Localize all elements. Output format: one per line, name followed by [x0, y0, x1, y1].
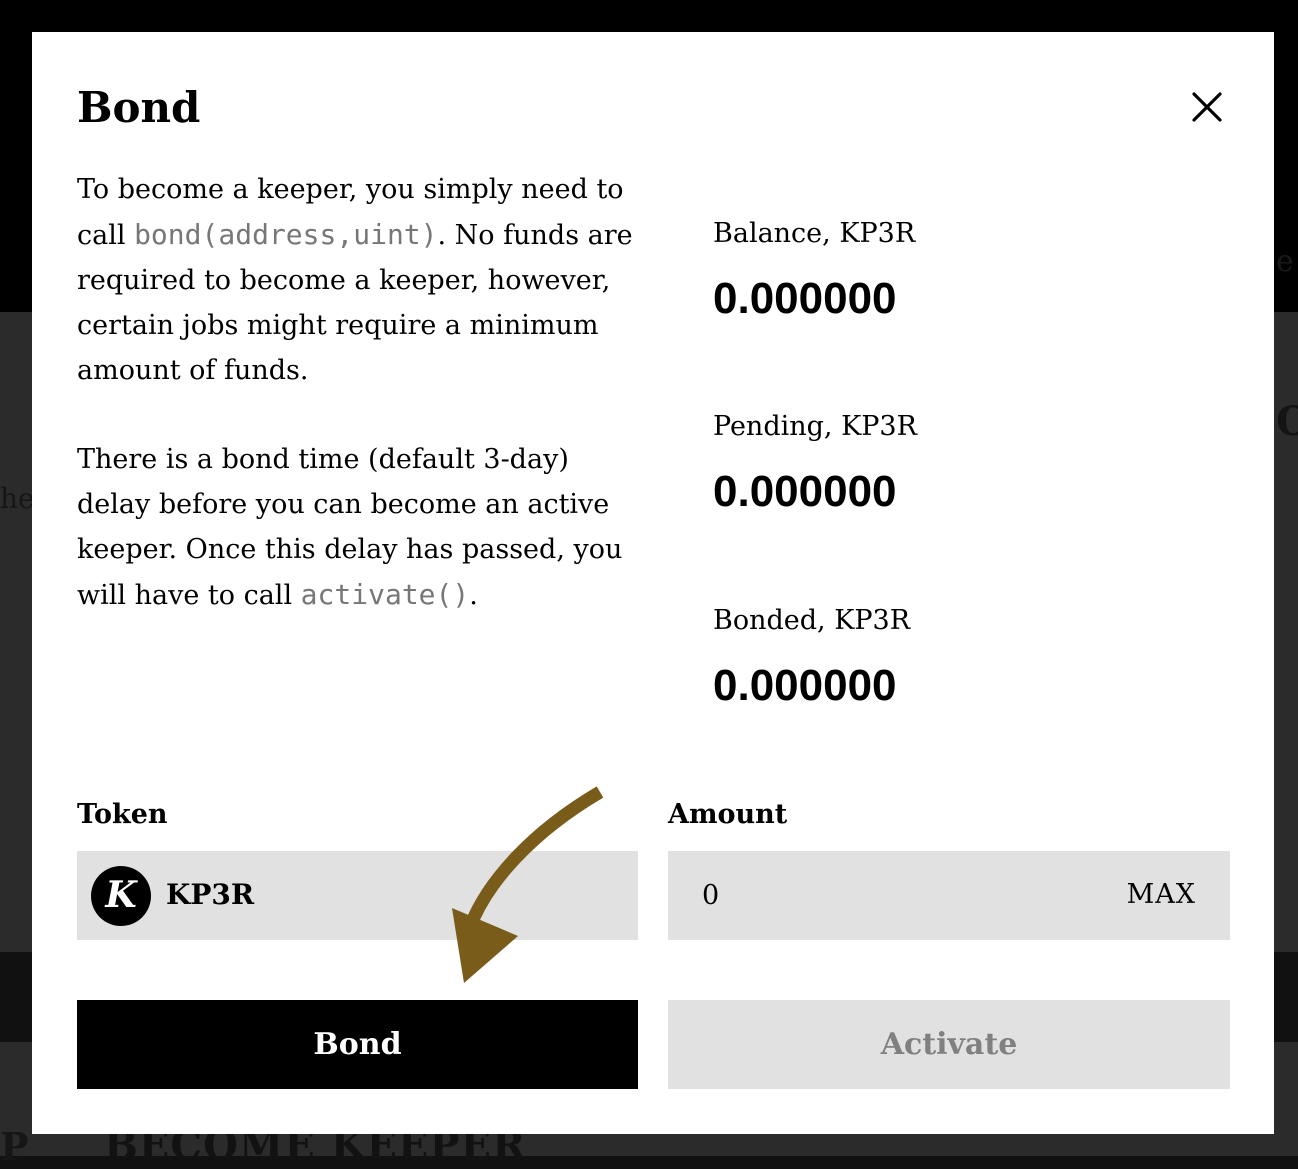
- backdrop-text-fragment: P: [0, 1124, 29, 1169]
- activate-button[interactable]: Activate: [668, 1000, 1230, 1089]
- kp3r-logo-icon: K: [91, 866, 151, 926]
- pending-stat: Pending, KP3R 0.000000: [713, 409, 1113, 517]
- amount-input[interactable]: [702, 873, 1082, 917]
- max-button[interactable]: MAX: [1127, 875, 1196, 915]
- bond-modal: Bond To become a keeper, you simply need…: [32, 32, 1274, 1134]
- balance-value: 0.000000: [713, 274, 897, 323]
- balance-label: Balance, KP3R: [713, 218, 916, 249]
- close-icon: [1192, 92, 1222, 122]
- backdrop-text-fragment: O: [1276, 398, 1298, 445]
- pending-value: 0.000000: [713, 467, 897, 516]
- amount-field: MAX: [668, 851, 1230, 940]
- balance-stat: Balance, KP3R 0.000000: [713, 216, 1113, 324]
- backdrop-text-fragment: e: [1276, 244, 1294, 279]
- amount-label: Amount: [668, 799, 788, 830]
- bonded-stat: Bonded, KP3R 0.000000: [713, 603, 1113, 711]
- close-button[interactable]: [1190, 90, 1224, 124]
- bond-button[interactable]: Bond: [77, 1000, 638, 1089]
- bond-description: To become a keeper, you simply need to c…: [77, 167, 647, 618]
- token-select[interactable]: K KP3R: [77, 851, 638, 940]
- code-bond: bond(address,uint): [134, 218, 438, 251]
- pending-label: Pending, KP3R: [713, 411, 917, 442]
- bonded-label: Bonded, KP3R: [713, 605, 911, 636]
- description-paragraph-1: To become a keeper, you simply need to c…: [77, 167, 647, 393]
- modal-title: Bond: [77, 83, 201, 132]
- backdrop-text-fragment: he: [0, 482, 35, 515]
- description-paragraph-2: There is a bond time (default 3-day) del…: [77, 437, 647, 618]
- token-name: KP3R: [166, 878, 255, 911]
- token-label: Token: [77, 799, 168, 830]
- code-activate: activate(): [300, 578, 470, 611]
- description-text: .: [469, 580, 478, 611]
- bonded-value: 0.000000: [713, 661, 897, 710]
